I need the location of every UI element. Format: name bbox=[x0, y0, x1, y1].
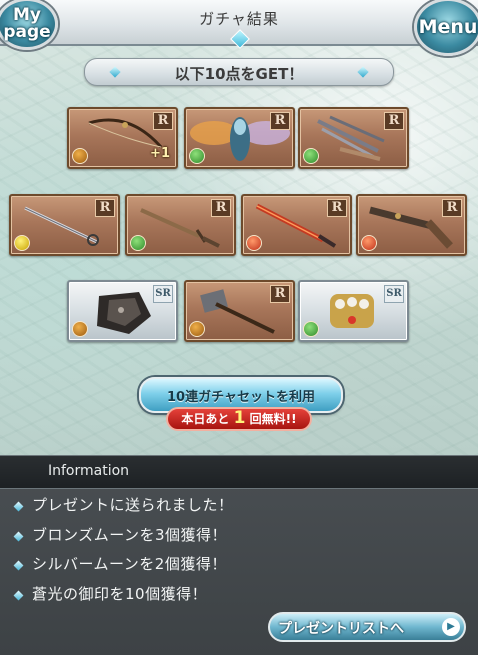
free-suffix: 回無料!! bbox=[249, 412, 297, 426]
earth-element-icon bbox=[72, 148, 88, 164]
rarity-badge: R bbox=[270, 112, 290, 130]
item-card-5[interactable]: R bbox=[125, 194, 236, 256]
item-card-9[interactable]: R bbox=[184, 280, 295, 342]
wind-element-icon bbox=[130, 235, 146, 251]
item-card-3[interactable]: R bbox=[298, 107, 409, 169]
earth-element-icon bbox=[189, 321, 205, 337]
header-gem-icon bbox=[230, 29, 250, 49]
present-list-label: プレゼントリストへ bbox=[278, 621, 404, 637]
information-header: Information bbox=[0, 455, 478, 489]
rarity-badge: R bbox=[270, 285, 290, 303]
rarity-badge: R bbox=[384, 112, 404, 130]
present-list-button[interactable]: プレゼントリストへ ▶ bbox=[268, 612, 466, 642]
fire-element-icon bbox=[246, 235, 262, 251]
menu-button[interactable]: Menu bbox=[414, 0, 478, 56]
info-line-1: プレゼントに送られました！ bbox=[32, 496, 234, 514]
info-line-4: 蒼光の御印を10個獲得！ bbox=[32, 585, 208, 603]
earth-element-icon bbox=[72, 321, 88, 337]
item-card-4[interactable]: R bbox=[9, 194, 120, 256]
gacha-button-label: 10連ガチャセットを利用 bbox=[167, 390, 315, 405]
mypage-label-line2: page bbox=[3, 22, 51, 42]
item-card-1[interactable]: R +1 bbox=[67, 107, 178, 169]
item-card-7[interactable]: R bbox=[356, 194, 467, 256]
fire-element-icon bbox=[361, 235, 377, 251]
rarity-badge: SR bbox=[384, 285, 404, 303]
light-element-icon bbox=[14, 235, 30, 251]
information-title: Information bbox=[48, 463, 130, 479]
rarity-badge: SR bbox=[153, 285, 173, 303]
rarity-badge: R bbox=[153, 112, 173, 130]
gacha-result-screen: ガチャ結果 My page Menu 以下10点をGET！ R +1 R R R… bbox=[0, 0, 478, 655]
free-draw-badge: 本日あと 1 回無料!! bbox=[166, 407, 312, 431]
rarity-badge: R bbox=[327, 199, 347, 217]
result-banner: 以下10点をGET！ bbox=[84, 58, 394, 86]
header-bar: ガチャ結果 bbox=[0, 0, 478, 49]
info-line-3: シルバームーンを2個獲得！ bbox=[32, 555, 227, 573]
page-title: ガチャ結果 bbox=[199, 10, 279, 28]
free-prefix: 本日あと bbox=[181, 412, 230, 426]
wind-element-icon bbox=[303, 148, 319, 164]
item-card-6[interactable]: R bbox=[241, 194, 352, 256]
info-line-2: ブロンズムーンを3個獲得！ bbox=[32, 526, 227, 544]
wind-element-icon bbox=[303, 321, 319, 337]
item-card-10[interactable]: SR bbox=[298, 280, 409, 342]
play-arrow-icon: ▶ bbox=[442, 618, 460, 636]
free-count: 1 bbox=[233, 408, 246, 428]
plus-bonus-label: +1 bbox=[150, 146, 170, 161]
item-card-8[interactable]: SR bbox=[67, 280, 178, 342]
item-card-2[interactable]: R bbox=[184, 107, 295, 169]
rarity-badge: R bbox=[442, 199, 462, 217]
rarity-badge: R bbox=[95, 199, 115, 217]
rarity-badge: R bbox=[211, 199, 231, 217]
banner-text: 以下10点をGET！ bbox=[174, 65, 304, 83]
wind-element-icon bbox=[189, 148, 205, 164]
